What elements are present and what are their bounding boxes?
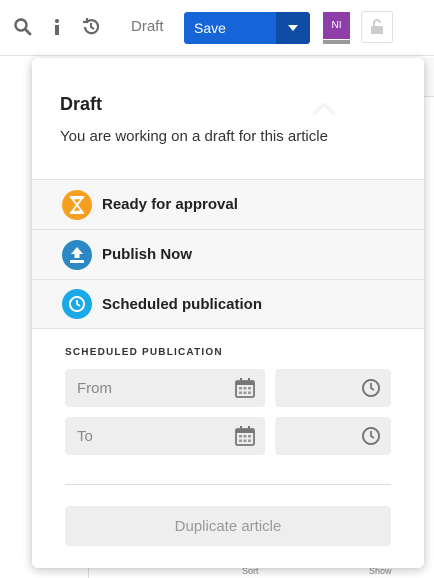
hourglass-icon <box>62 189 92 220</box>
popover-arrow <box>312 105 336 129</box>
caret-down-icon <box>288 25 298 31</box>
option-label: Scheduled publication <box>102 295 263 313</box>
upload-icon <box>62 239 92 270</box>
to-date-field[interactable]: To <box>65 417 265 455</box>
top-toolbar: Draft Save NI <box>0 0 434 56</box>
save-button[interactable]: Save <box>184 12 276 44</box>
option-label: Publish Now <box>102 246 192 263</box>
duplicate-article-button[interactable]: Duplicate article <box>65 506 391 546</box>
clock-icon <box>62 289 92 319</box>
lock-open-icon <box>371 19 383 34</box>
background-panel-edge <box>424 57 434 97</box>
option-label: Ready for approval <box>102 196 238 213</box>
calendar-icon[interactable] <box>234 425 256 447</box>
publish-popover: Draft You are working on a draft for thi… <box>32 58 424 568</box>
from-date-field[interactable]: From <box>65 369 265 407</box>
section-divider <box>65 484 391 485</box>
scheduled-publication-heading: SCHEDULED PUBLICATION <box>65 347 223 358</box>
popover-description: You are working on a draft for this arti… <box>60 128 328 145</box>
clock-icon[interactable] <box>360 425 382 447</box>
to-time-field[interactable] <box>275 417 391 455</box>
clock-icon[interactable] <box>360 377 382 399</box>
calendar-icon[interactable] <box>234 377 256 399</box>
option-publish-now[interactable]: Publish Now <box>32 229 424 279</box>
save-options-toggle[interactable] <box>276 12 310 44</box>
info-icon[interactable] <box>46 16 68 38</box>
search-icon[interactable] <box>12 16 34 38</box>
option-ready-for-approval[interactable]: Ready for approval <box>32 179 424 229</box>
history-icon[interactable] <box>80 16 102 38</box>
to-placeholder: To <box>77 427 93 445</box>
from-time-field[interactable] <box>275 369 391 407</box>
option-scheduled-publication[interactable]: Scheduled publication <box>32 279 424 329</box>
avatar[interactable]: NI <box>323 12 350 39</box>
avatar-underline <box>323 40 350 44</box>
popover-title: Draft <box>60 94 103 114</box>
lock-button[interactable] <box>361 11 393 43</box>
from-placeholder: From <box>77 379 112 397</box>
draft-status-label: Draft <box>131 18 164 35</box>
